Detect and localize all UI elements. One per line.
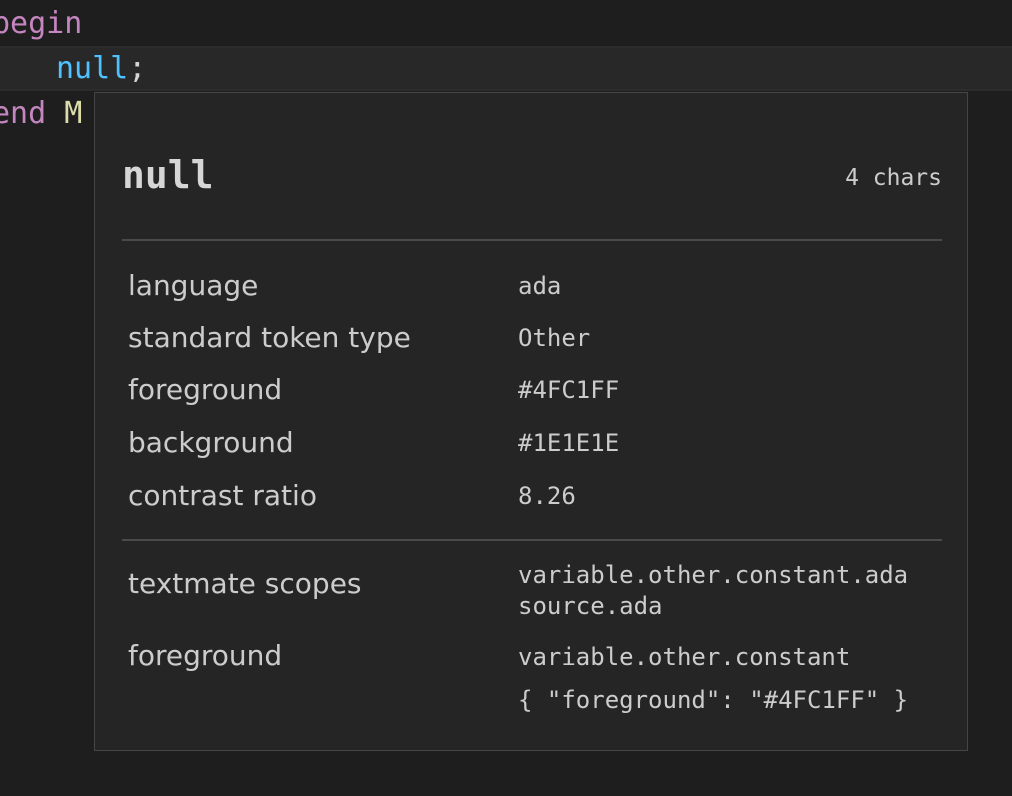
code-line-null-current[interactable]: null; bbox=[0, 46, 1012, 91]
theme-rule-row: foreground variable.other.constant { "fo… bbox=[128, 639, 942, 714]
property-label: contrast ratio bbox=[128, 479, 317, 512]
property-label: foreground bbox=[128, 373, 283, 406]
semicolon: ; bbox=[128, 51, 147, 86]
keyword-end: end bbox=[0, 96, 47, 131]
textmate-scopes-row: textmate scopes variable.other.constant.… bbox=[128, 561, 942, 620]
property-row-contrast: contrast ratio 8.26 bbox=[128, 479, 942, 519]
property-value: ada bbox=[518, 272, 562, 300]
property-value: #1E1E1E bbox=[518, 429, 620, 457]
identifier-partial: M bbox=[64, 96, 83, 131]
divider bbox=[122, 539, 942, 541]
property-value: #4FC1FF bbox=[518, 376, 620, 404]
code-line-begin[interactable]: begin bbox=[0, 1, 1012, 46]
theme-rule-value: variable.other.constant { "foreground": … bbox=[518, 636, 908, 722]
property-label: standard token type bbox=[128, 321, 411, 354]
code-editor[interactable]: begin null; end M null 4 chars language … bbox=[0, 0, 1012, 796]
theme-rule-json: { "foreground": "#4FC1FF" } bbox=[518, 686, 909, 714]
divider bbox=[122, 239, 942, 241]
property-value: Other bbox=[518, 324, 591, 352]
constant-null[interactable]: null bbox=[56, 51, 128, 86]
scope-item: variable.other.constant.ada bbox=[518, 561, 909, 589]
hover-header: null 4 chars bbox=[122, 153, 942, 213]
property-label: background bbox=[128, 426, 294, 459]
property-row-language: language ada bbox=[128, 269, 942, 309]
property-value: 8.26 bbox=[518, 482, 576, 510]
char-count: 4 chars bbox=[845, 165, 942, 191]
property-label: language bbox=[128, 269, 259, 302]
property-row-token-type: standard token type Other bbox=[128, 321, 942, 361]
scope-item: source.ada bbox=[518, 592, 663, 620]
token-text: null bbox=[122, 153, 214, 197]
keyword-begin: begin bbox=[0, 6, 83, 41]
theme-rule-label: foreground bbox=[128, 639, 283, 672]
property-row-foreground: foreground #4FC1FF bbox=[128, 373, 942, 413]
textmate-scopes-value: variable.other.constant.ada source.ada bbox=[518, 560, 908, 622]
inspect-token-hover: null 4 chars language ada standard token… bbox=[94, 92, 968, 751]
property-row-background: background #1E1E1E bbox=[128, 426, 942, 466]
textmate-scopes-label: textmate scopes bbox=[128, 567, 362, 600]
theme-rule-scope: variable.other.constant bbox=[518, 643, 851, 671]
